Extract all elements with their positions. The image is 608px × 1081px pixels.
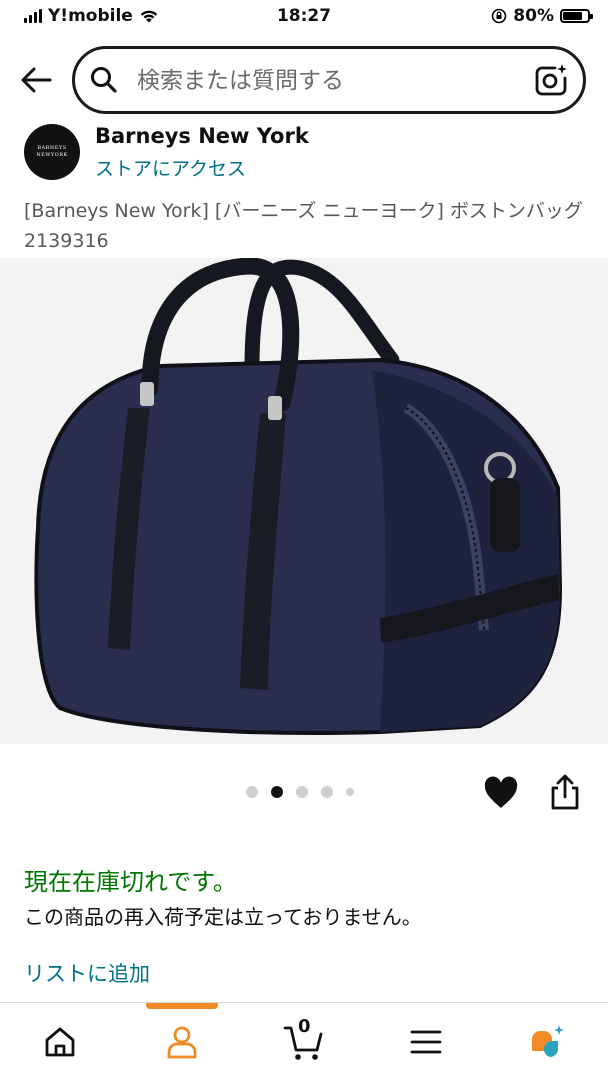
- battery-icon: [560, 9, 593, 23]
- carousel-dot[interactable]: [246, 786, 258, 798]
- carousel-dots[interactable]: [246, 786, 354, 798]
- menu-icon: [410, 1030, 442, 1054]
- nav-home[interactable]: [36, 1018, 84, 1066]
- carousel-dot[interactable]: [346, 788, 354, 796]
- nav-cart[interactable]: 0: [280, 1016, 328, 1066]
- nav-assistant[interactable]: [522, 1018, 570, 1066]
- search-bar[interactable]: [72, 46, 586, 114]
- cart-count: 0: [298, 1016, 311, 1037]
- nav-account[interactable]: [158, 1018, 206, 1066]
- home-icon: [45, 1027, 75, 1057]
- carousel-dot[interactable]: [321, 786, 333, 798]
- search-icon: [91, 67, 117, 93]
- share-icon[interactable]: [546, 772, 584, 812]
- assistant-chat-icon: [532, 1025, 564, 1057]
- person-icon: [167, 1026, 197, 1059]
- battery-percent: 80%: [513, 6, 554, 26]
- restock-note: この商品の再入荷予定は立っておりません。: [24, 905, 422, 929]
- back-arrow-icon[interactable]: [18, 62, 54, 98]
- brand-name[interactable]: Barneys New York: [95, 124, 309, 148]
- orientation-lock-icon: [491, 8, 507, 24]
- camera-lens-icon[interactable]: [533, 62, 569, 98]
- battery-area: 80%: [491, 6, 593, 26]
- store-link[interactable]: ストアにアクセス: [95, 154, 246, 181]
- status-bar: Y!mobile 18:27 80%: [0, 0, 608, 34]
- brand-logo[interactable]: BARNEYS NEWYORK: [24, 124, 80, 180]
- carousel-dot-active[interactable]: [271, 786, 283, 798]
- stock-status: 現在在庫切れです。: [24, 868, 237, 896]
- add-to-list-link[interactable]: リストに追加: [24, 958, 150, 988]
- nav-menu[interactable]: [402, 1018, 450, 1066]
- product-image[interactable]: [0, 258, 608, 744]
- product-title: [Barneys New York] [バーニーズ ニューヨーク] ボストンバッ…: [24, 200, 583, 252]
- active-tab-indicator: [146, 1003, 218, 1009]
- logo-text-line2: NEWYORK: [36, 152, 68, 158]
- heart-icon[interactable]: [482, 774, 520, 812]
- search-input[interactable]: [135, 63, 519, 99]
- logo-text-line1: BARNEYS: [37, 145, 67, 151]
- carousel-dot[interactable]: [296, 786, 308, 798]
